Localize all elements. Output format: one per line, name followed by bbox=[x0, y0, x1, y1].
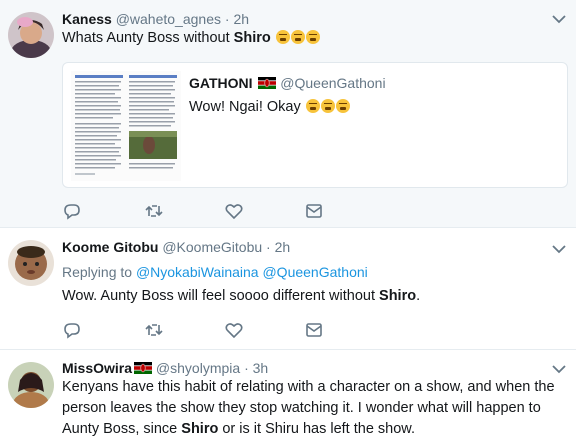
tweet-2[interactable]: Koome Gitobu @KoomeGitobu · 2h Replying … bbox=[0, 228, 576, 350]
separator: · bbox=[244, 360, 249, 376]
timestamp[interactable]: 2h bbox=[233, 11, 249, 27]
quoted-tweet-image[interactable] bbox=[71, 71, 181, 181]
mention-link[interactable]: @NyokabiWainaina bbox=[136, 264, 259, 280]
mention-link[interactable]: @QueenGathoni bbox=[262, 264, 367, 280]
tweet-text: Whats Aunty Boss without Shiro bbox=[62, 28, 562, 49]
tweet-1[interactable]: Kaness @waheto_agnes · 2h Whats Aunty Bo… bbox=[0, 0, 576, 228]
tweet-header: Kaness @waheto_agnes · 2h bbox=[62, 10, 249, 28]
author-name[interactable]: Koome Gitobu bbox=[62, 239, 158, 255]
avatar[interactable] bbox=[8, 12, 54, 58]
envelope-icon[interactable] bbox=[304, 320, 324, 340]
emoji bbox=[305, 99, 350, 115]
tweet-text-part: Wow. Aunty Boss will feel soooo differen… bbox=[62, 288, 380, 304]
author-handle[interactable]: @shyolympia bbox=[156, 360, 240, 376]
tweet-text-part: Whats Aunty Boss without bbox=[62, 30, 234, 46]
tweet-actions bbox=[62, 201, 362, 221]
quoted-tweet-text: Wow! Ngai! Okay bbox=[189, 97, 350, 117]
author-handle[interactable]: @KoomeGitobu bbox=[162, 239, 262, 255]
reply-icon[interactable] bbox=[62, 320, 82, 340]
author-handle[interactable]: @waheto_agnes bbox=[116, 11, 221, 27]
tweet-text: Wow. Aunty Boss will feel soooo differen… bbox=[62, 286, 562, 307]
retweet-icon[interactable] bbox=[144, 320, 164, 340]
kenya-flag-icon bbox=[134, 362, 153, 374]
tweet-header: Koome Gitobu @KoomeGitobu · 2h bbox=[62, 238, 290, 256]
retweet-icon[interactable] bbox=[144, 201, 164, 221]
timestamp[interactable]: 2h bbox=[275, 239, 291, 255]
tweet-text-bold: Shiro bbox=[379, 288, 417, 304]
author-name[interactable]: Kaness bbox=[62, 11, 112, 27]
replying-to: Replying to @NyokabiWainaina @QueenGatho… bbox=[62, 263, 368, 281]
emoji bbox=[275, 30, 320, 46]
tweet-text-part: . bbox=[416, 288, 421, 304]
envelope-icon[interactable] bbox=[304, 201, 324, 221]
chevron-down-icon[interactable] bbox=[552, 364, 566, 374]
timestamp[interactable]: 3h bbox=[253, 360, 269, 376]
kenya-flag-icon bbox=[258, 77, 277, 89]
tweet-header: MissOwira @shyolympia · 3h bbox=[62, 359, 268, 377]
tweet-actions bbox=[62, 320, 362, 340]
quoted-text-part: Wow! Ngai! Okay bbox=[189, 99, 305, 115]
tweet-text: Kenyans have this habit of relating with… bbox=[62, 377, 568, 440]
separator: · bbox=[224, 11, 230, 27]
heart-icon[interactable] bbox=[224, 320, 244, 340]
tweet-text-bold: Shiro bbox=[181, 421, 219, 437]
quoted-tweet[interactable]: GATHONI @QueenGathoni Wow! Ngai! Okay bbox=[62, 62, 568, 188]
chevron-down-icon[interactable] bbox=[552, 244, 566, 254]
replying-prefix: Replying to bbox=[62, 264, 136, 280]
quoted-author-name[interactable]: GATHONI bbox=[189, 75, 253, 91]
avatar[interactable] bbox=[8, 240, 54, 286]
tweet-text-part: or is it Shiru has left the show. bbox=[218, 421, 415, 437]
author-name[interactable]: MissOwira bbox=[62, 360, 132, 376]
heart-icon[interactable] bbox=[224, 201, 244, 221]
reply-icon[interactable] bbox=[62, 201, 82, 221]
quoted-author-handle[interactable]: @QueenGathoni bbox=[280, 75, 385, 91]
quoted-tweet-header: GATHONI @QueenGathoni bbox=[189, 75, 386, 91]
separator: · bbox=[266, 239, 271, 255]
tweet-3[interactable]: MissOwira @shyolympia · 3h Kenyans have … bbox=[0, 350, 576, 448]
tweet-text-bold: Shiro bbox=[233, 30, 271, 46]
avatar[interactable] bbox=[8, 362, 54, 408]
chevron-down-icon[interactable] bbox=[552, 14, 566, 24]
